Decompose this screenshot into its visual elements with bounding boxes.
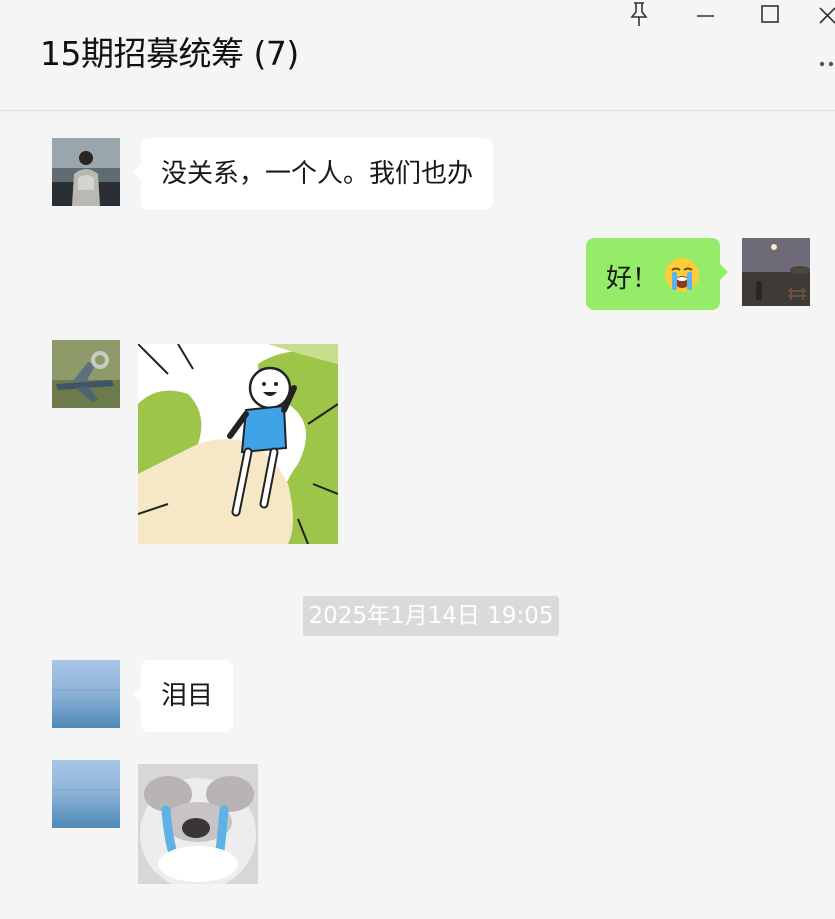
- running-cartoon-character-sticker[interactable]: [138, 344, 338, 544]
- message-text: 泪目: [161, 681, 214, 711]
- loudly-crying-face-emoji: [664, 257, 700, 302]
- maximize-icon[interactable]: [750, 0, 790, 28]
- chat-window: 15期招募统筹 (7) 没关系，一个人。我们也办 好！ 2025年1月14日 1…: [0, 0, 835, 919]
- sea-horizon-avatar[interactable]: [52, 760, 120, 828]
- more-dots-icon[interactable]: [818, 55, 835, 73]
- crying-cat-sticker[interactable]: [138, 764, 258, 884]
- chat-title: 15期招募统筹 (7): [40, 34, 299, 73]
- night-field-moon-avatar[interactable]: [742, 238, 810, 306]
- message-text: 没关系，一个人。我们也办: [161, 159, 474, 189]
- pin-icon[interactable]: [619, 0, 659, 28]
- minimize-icon[interactable]: [685, 0, 725, 28]
- message-bubble-outgoing[interactable]: 好！: [586, 238, 729, 310]
- chat-header: 15期招募统筹 (7): [0, 0, 835, 111]
- sea-horizon-avatar[interactable]: [52, 660, 120, 728]
- timestamp-divider: 2025年1月14日 19:05: [303, 596, 559, 636]
- airplane-avatar[interactable]: [52, 340, 120, 408]
- close-icon[interactable]: [812, 0, 835, 28]
- message-text: 好！: [606, 264, 659, 294]
- person-looking-at-sea-avatar[interactable]: [52, 138, 120, 206]
- message-bubble-incoming[interactable]: 没关系，一个人。我们也办: [132, 138, 494, 210]
- message-bubble-incoming[interactable]: 泪目: [132, 660, 234, 732]
